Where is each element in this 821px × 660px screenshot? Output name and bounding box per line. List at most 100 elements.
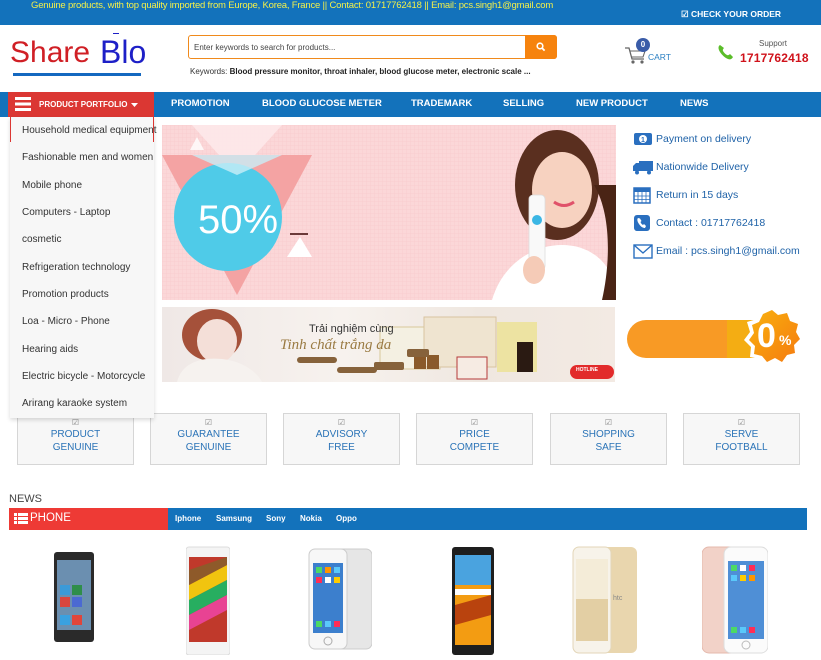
cart-button[interactable]: 0 CART [624,38,684,68]
feature-line1: PRICE [459,429,490,440]
calendar-icon [633,187,651,204]
cosmetic-banner[interactable]: Trải nghiệm cùng Tinh chất trắng da HOTL… [162,307,615,382]
zero-percent-suffix: % [779,332,792,348]
feature-line1: ADVISORY [315,429,368,440]
check-order-link[interactable]: ☑ CHECK YOUR ORDER [681,9,781,20]
zero-percent-banner[interactable]: 0 % [627,305,807,370]
nav-selling[interactable]: SELLING [503,98,544,109]
search-keywords: Keywords: Blood pressure monitor, throat… [190,67,531,76]
news-heading: NEWS [9,493,42,505]
menu-item-refrigeration[interactable]: Refrigeration technology [22,262,167,273]
svg-text:1: 1 [641,137,645,144]
keywords-label: Keywords: [190,67,228,76]
feature-guarantee-genuine[interactable]: ☑ GUARANTEE GENUINE [150,413,267,465]
top-bar: Genuine products, with top quality impor… [0,0,821,25]
nav-blood-glucose-meter[interactable]: BLOOD GLUCOSE METER [262,98,382,109]
product-portfolio-menu: Household medical equipment Fashionable … [10,117,157,418]
banner2-line2: Tinh chất trắng da [280,337,392,353]
check-order-label: CHECK YOUR ORDER [691,9,782,19]
checkbox-icon: ☑ [470,418,479,427]
zero-percent-value: 0 [757,317,776,355]
product-portfolio-button[interactable]: PRODUCT PORTFOLIO [8,92,154,117]
search-button[interactable] [525,35,557,59]
product-card[interactable] [185,545,231,660]
checkbox-icon: ☑ [604,418,613,427]
phone-square-icon [634,215,650,231]
phone-image-lg [452,547,494,655]
product-card[interactable] [452,545,494,660]
menu-item-loa-micro-phone[interactable]: Loa - Micro - Phone [22,316,167,327]
product-card[interactable] [701,545,769,660]
tab-sony[interactable]: Sony [266,514,286,523]
banner-artwork: 50% [162,125,616,300]
banner2-line1: Trải nghiệm cùng [309,323,394,335]
search-box [188,35,557,59]
feature-line2: FOOTBALL [715,442,768,453]
menu-item-mobile-phone[interactable]: Mobile phone [22,180,167,191]
svg-text:htc: htc [613,595,623,602]
phone-image-android [185,546,231,656]
phone-image-iphone5s [308,548,373,650]
menu-item-cosmetic[interactable]: cosmetic [22,234,167,245]
support-label: Support [759,39,788,48]
feature-line1: GUARANTEE [177,429,240,440]
promo-banner-50[interactable]: 50% [162,125,616,300]
phone-icon [718,45,733,60]
product-card[interactable] [54,545,94,650]
phone-image-htc: htc [572,546,637,654]
feature-line2: FREE [328,442,355,453]
menu-item-hearing-aids[interactable]: Hearing aids [22,344,167,355]
menu-item-fashion[interactable]: Fashionable men and women [22,152,167,163]
menu-item-household-medical[interactable]: Household medical equipment [22,125,167,136]
menu-item-electric-bicycle[interactable]: Electric bicycle - Motorcycle [22,371,167,382]
feature-line2: SAFE [595,442,622,453]
tab-oppo[interactable]: Oppo [336,514,357,523]
feature-line2: GENUINE [52,442,99,453]
tab-iphone[interactable]: Iphone [175,514,201,523]
feature-line1: SERVE [724,429,759,440]
envelope-icon [633,244,653,259]
main-nav: PRODUCT PORTFOLIO PROMOTION BLOOD GLUCOS… [0,92,821,117]
phone-category-label: PHONE [30,512,71,524]
truck-icon [633,161,653,175]
menu-item-karaoke[interactable]: Arirang karaoke system [22,398,167,409]
tab-samsung[interactable]: Samsung [216,514,252,523]
nav-trademark[interactable]: TRADEMARK [411,98,472,109]
feature-serve-football[interactable]: ☑ SERVE FOOTBALL [683,413,800,465]
phone-image-lumia [54,552,94,642]
search-icon [536,42,546,52]
feature-shopping-safe[interactable]: ☑ SHOPPING SAFE [550,413,667,465]
product-card[interactable] [306,545,373,658]
keywords-list[interactable]: Blood pressure monitor, throat inhaler, … [230,67,531,76]
product-portfolio-label: PRODUCT PORTFOLIO [39,100,128,109]
support-number[interactable]: 1717762418 [740,51,809,65]
search-input[interactable] [189,36,526,58]
nav-new-product[interactable]: NEW PRODUCT [576,98,648,109]
tab-nokia[interactable]: Nokia [300,514,322,523]
money-icon: 1 [634,133,652,145]
logo-blo-text: Blo [100,34,147,70]
feature-line1: SHOPPING [582,429,635,440]
feature-line2: GENUINE [185,442,232,453]
top-bar-message: Genuine products, with top quality impor… [31,0,554,11]
nav-news[interactable]: NEWS [680,98,709,109]
feature-product-genuine[interactable]: ☑ PRODUCT GENUINE [17,413,134,465]
logo[interactable]: Share Blo [10,33,160,76]
feature-advisory-free[interactable]: ☑ ADVISORY FREE [283,413,400,465]
feature-line2: COMPETE [449,442,500,453]
feature-line1: PRODUCT [50,429,101,440]
feature-price-compete[interactable]: ☑ PRICE COMPETE [416,413,533,465]
menu-item-promotion-products[interactable]: Promotion products [22,289,167,300]
checkbox-icon: ☑ [204,418,213,427]
phone-category-bar: PHONE Iphone Samsung Sony Nokia Oppo [9,508,807,530]
nav-promotion[interactable]: PROMOTION [171,98,230,109]
checkbox-icon: ☑ [681,9,689,19]
discount-50-text: 50% [198,198,278,242]
menu-active-marker [10,117,11,142]
logo-share-text: Share [10,36,91,69]
menu-item-computers-laptop[interactable]: Computers - Laptop [22,207,167,218]
phone-category-title[interactable]: PHONE [9,508,168,530]
product-card[interactable]: htc [571,545,637,660]
checkbox-icon: ☑ [71,418,80,427]
checkbox-icon: ☑ [337,418,346,427]
